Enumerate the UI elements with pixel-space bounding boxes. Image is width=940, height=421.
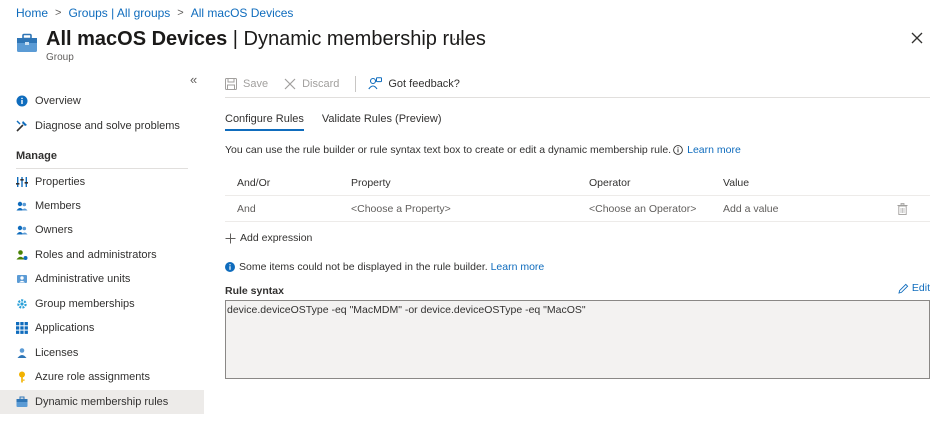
toolbar-divider [355,76,357,92]
edit-rule-syntax-button[interactable]: Edit [898,282,930,294]
info-icon [225,262,235,272]
section-title-manage: Manage [16,150,57,162]
info-outline-icon[interactable] [673,145,683,155]
main-content: Save Discard Got feedback? Configure Rul… [225,70,930,421]
wrench-icon [16,120,28,132]
operator-select[interactable]: <Choose an Operator> [589,196,696,222]
tab-bar: Configure Rules Validate Rules (Preview) [225,113,460,131]
column-header-property: Property [351,177,391,189]
users-icon [16,200,28,212]
tab-validate-rules[interactable]: Validate Rules (Preview) [322,113,442,131]
breadcrumb-groups[interactable]: Groups | All groups [68,6,170,20]
sidebar-item-members[interactable]: Members [0,194,204,218]
save-button[interactable]: Save [225,78,268,90]
add-expression-button[interactable]: Add expression [225,232,312,244]
user-role-icon [16,249,28,261]
rule-builder-table: And/Or Property Operator Value And <Choo… [225,170,930,222]
users-icon [16,224,28,236]
grid-icon [16,322,28,334]
sidebar: « Overview Diagnose and solve problems M… [0,70,204,421]
admin-units-icon [16,273,28,285]
page-subtitle: Group [46,52,74,63]
feedback-icon [368,77,383,90]
gear-icon [16,298,28,310]
breadcrumb: Home > Groups | All groups > All macOS D… [16,6,293,20]
sidebar-item-azure-roles[interactable]: Azure role assignments [0,365,204,389]
sidebar-item-diagnose[interactable]: Diagnose and solve problems [0,114,204,138]
discard-button[interactable]: Discard [284,78,339,90]
andor-select[interactable]: And [237,196,256,222]
page-title: All macOS Devices | Dynamic membership r… [46,28,486,50]
pencil-icon [898,283,909,294]
learn-more-link[interactable]: Learn more [687,144,741,156]
save-icon [225,78,237,90]
key-icon [16,371,28,383]
rule-syntax-textbox[interactable]: device.deviceOSType -eq "MacMDM" -or dev… [225,300,930,379]
table-row: And <Choose a Property> <Choose an Opera… [225,196,930,222]
section-divider [16,168,188,169]
feedback-button[interactable]: Got feedback? [368,77,460,91]
notice-learn-more-link[interactable]: Learn more [491,261,545,273]
sidebar-item-dynamic-rules[interactable]: Dynamic membership rules [0,390,204,414]
tab-configure-rules[interactable]: Configure Rules [225,113,304,131]
breadcrumb-group[interactable]: All macOS Devices [191,6,294,20]
property-select[interactable]: <Choose a Property> [351,196,451,222]
rule-syntax-label: Rule syntax [225,285,284,297]
close-icon [284,78,296,90]
collapse-sidebar-button[interactable]: « [190,72,197,87]
more-options-button[interactable]: ··· [452,30,469,46]
chevron-right-icon: > [177,7,184,19]
column-header-andor: And/Or [237,177,271,189]
sidebar-item-applications[interactable]: Applications [0,316,204,340]
chevron-right-icon: > [55,7,62,19]
sidebar-item-overview[interactable]: Overview [0,89,204,113]
description: You can use the rule builder or rule syn… [225,144,741,156]
info-notice: Some items could not be displayed in the… [225,261,544,273]
sidebar-item-licenses[interactable]: Licenses [0,341,204,365]
sidebar-item-group-memberships[interactable]: Group memberships [0,292,204,316]
breadcrumb-home[interactable]: Home [16,6,48,20]
sidebar-item-owners[interactable]: Owners [0,218,204,242]
page-header: All macOS Devices | Dynamic membership r… [16,28,940,68]
trash-icon [897,203,908,215]
sliders-icon [16,176,28,188]
sidebar-item-admin-units[interactable]: Administrative units [0,267,204,291]
column-header-operator: Operator [589,177,631,189]
value-input[interactable]: Add a value [723,196,778,222]
column-header-value: Value [723,177,750,189]
briefcase-icon [17,33,37,52]
delete-row-button[interactable] [897,196,908,222]
close-icon[interactable] [910,31,924,45]
toolbar: Save Discard Got feedback? [225,76,476,92]
license-icon [16,347,28,359]
briefcase-icon [16,396,28,408]
plus-icon [225,233,236,243]
info-icon [16,95,28,107]
toolbar-divider-line [225,97,930,98]
table-header: And/Or Property Operator Value [225,170,930,196]
sidebar-item-properties[interactable]: Properties [0,170,204,194]
sidebar-item-roles-admins[interactable]: Roles and administrators [0,243,204,267]
